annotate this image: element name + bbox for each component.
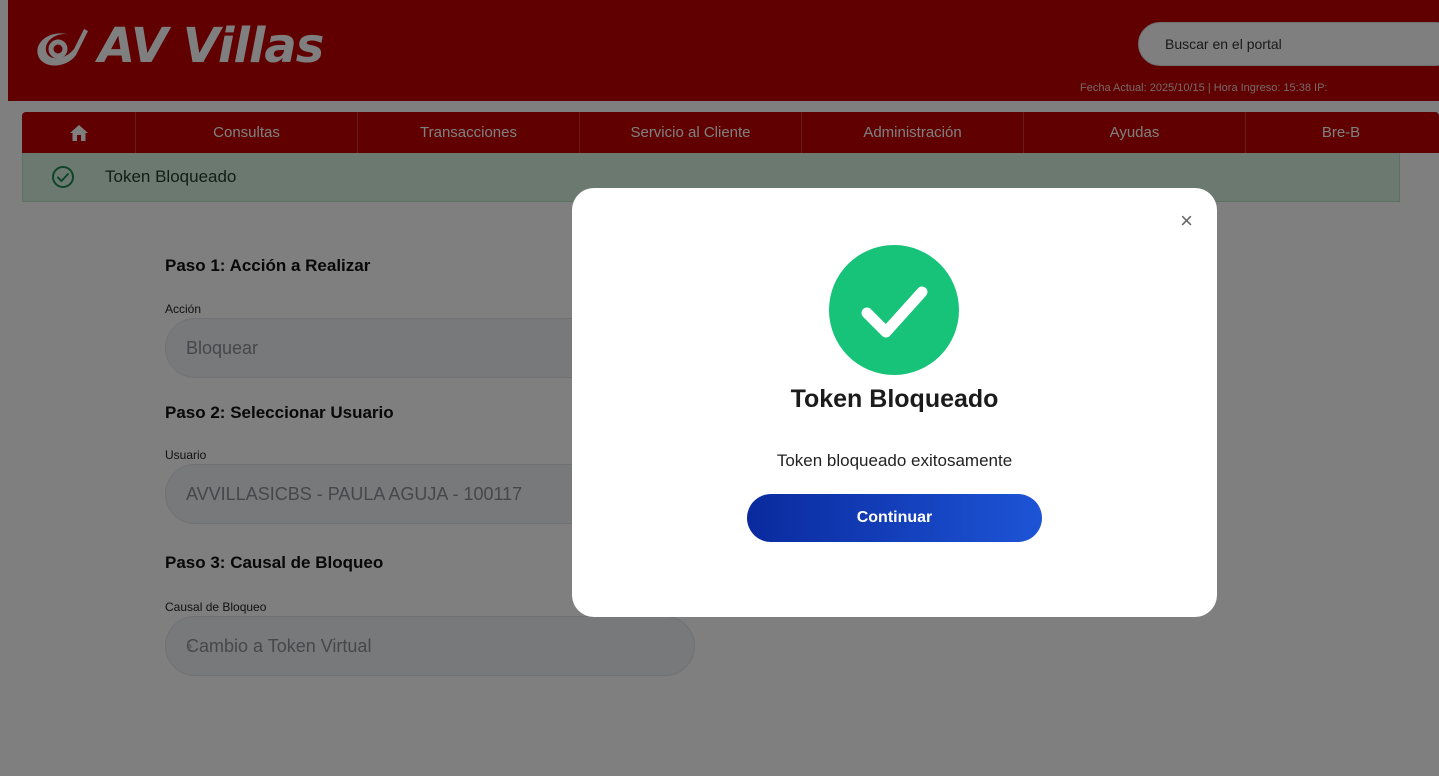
modal-title: Token Bloqueado <box>790 385 999 413</box>
close-icon[interactable]: × <box>1180 210 1193 232</box>
success-modal: × Token Bloqueado Token bloqueado exitos… <box>572 188 1217 617</box>
success-check-icon <box>829 245 959 375</box>
modal-message: Token bloqueado exitosamente <box>776 451 1013 470</box>
continue-button[interactable]: Continuar <box>747 494 1042 542</box>
